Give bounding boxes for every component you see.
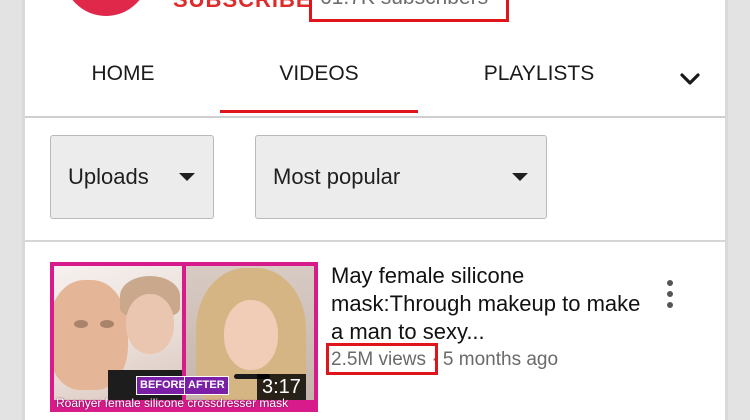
video-meta: 2.5M views · 5 months ago	[326, 343, 559, 375]
caret-down-icon	[512, 173, 528, 181]
tabs-divider	[25, 116, 725, 118]
thumbnail-caption: Roanyer female silicone crossdresser mas…	[56, 396, 289, 410]
chevron-down-icon[interactable]	[675, 64, 705, 94]
made-up-face	[224, 300, 278, 370]
mask-eye-right	[100, 320, 114, 328]
video-thumbnail[interactable]: BEFORE AFTER 3:17 Roanyer female silicon…	[50, 262, 318, 412]
subscriber-count-highlight: 61.7K subscribers	[309, 0, 509, 22]
subscribe-button[interactable]: SUBSCRIBE	[173, 0, 312, 14]
before-label: BEFORE	[136, 376, 190, 395]
video-title[interactable]: May female silicone mask:Through makeup …	[331, 262, 651, 346]
view-count-highlight	[326, 343, 438, 375]
kebab-dot	[667, 291, 673, 297]
channel-avatar[interactable]	[63, 0, 149, 16]
tab-videos[interactable]: VIDEOS	[220, 44, 418, 114]
subscriber-count: 61.7K subscribers	[320, 0, 488, 11]
view-count: 2.5M views	[326, 343, 438, 375]
upload-age: 5 months ago	[442, 349, 559, 370]
uploads-dropdown[interactable]: Uploads	[50, 135, 214, 219]
after-label: AFTER	[184, 376, 229, 395]
tab-home[interactable]: HOME	[63, 44, 183, 114]
mask-eye-left	[74, 320, 88, 328]
kebab-dot	[667, 280, 673, 286]
person-face	[126, 294, 174, 354]
channel-tabs: HOME VIDEOS PLAYLISTS	[25, 44, 725, 116]
list-item[interactable]: BEFORE AFTER 3:17 Roanyer female silicon…	[25, 242, 725, 420]
sort-dropdown-label: Most popular	[273, 164, 401, 189]
active-tab-indicator	[220, 110, 418, 113]
kebab-dot	[667, 302, 673, 308]
app-frame: SUBSCRIBE 61.7K subscribers HOME VIDEOS …	[22, 0, 728, 420]
caret-down-icon	[179, 173, 195, 181]
tab-playlists[interactable]: PLAYLISTS	[455, 44, 623, 114]
more-vert-icon[interactable]	[661, 280, 679, 314]
sort-dropdown[interactable]: Most popular	[255, 135, 547, 219]
uploads-dropdown-label: Uploads	[68, 164, 149, 189]
